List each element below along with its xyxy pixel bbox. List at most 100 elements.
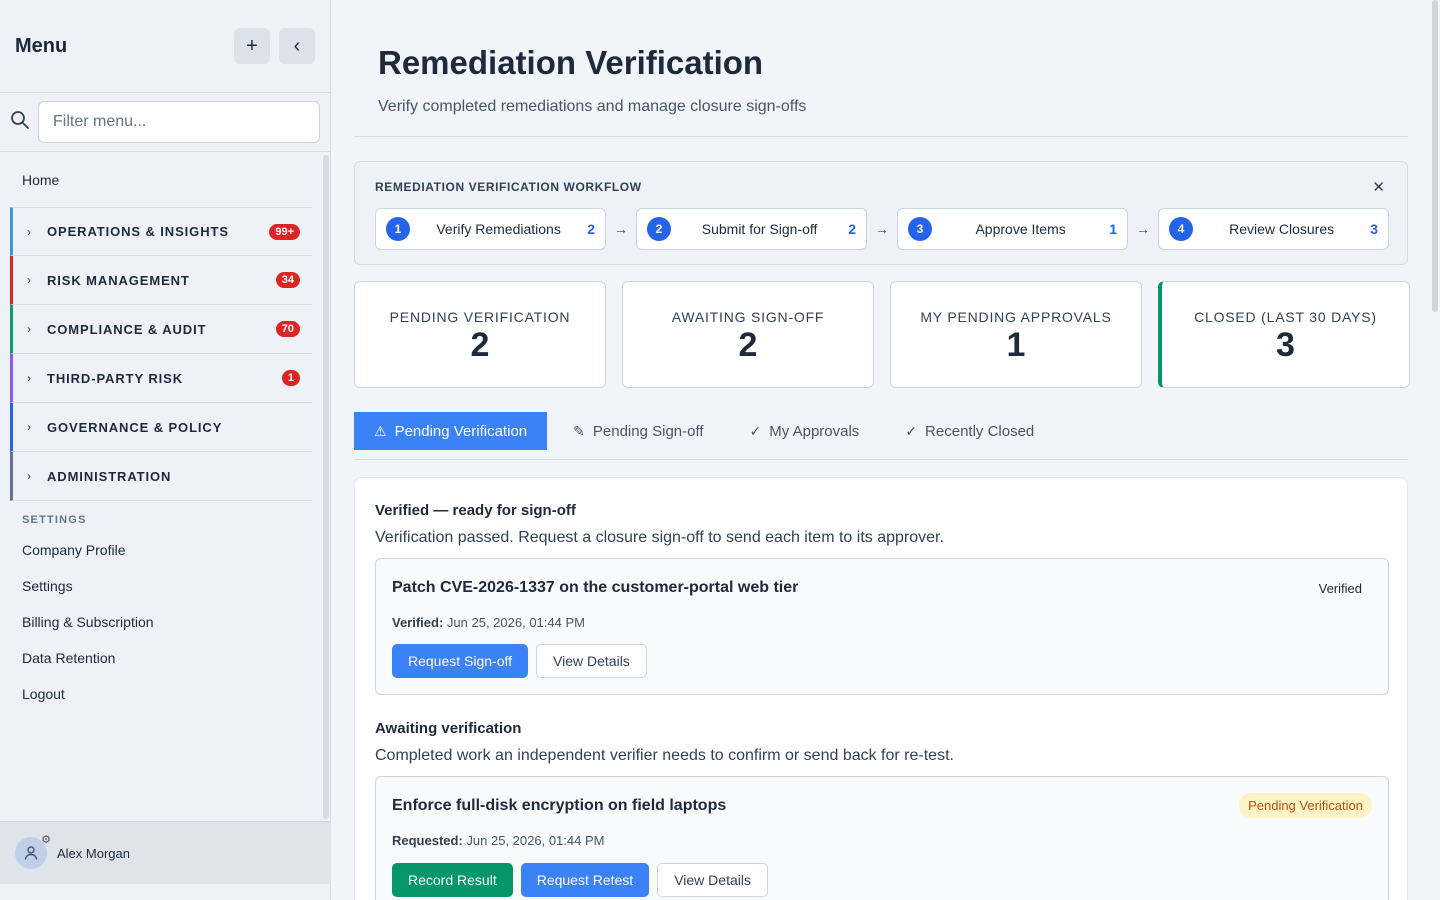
gear-icon: ⚙ (41, 834, 51, 846)
step-label: Review Closures (1229, 221, 1335, 237)
workflow-step[interactable]: 1 Verify Remediations 2 (375, 208, 606, 250)
sidebar-item-billing-subscription[interactable]: Billing & Subscription (0, 604, 331, 640)
sidebar-group-label: ADMINISTRATION (47, 468, 172, 484)
tab-pending-verification[interactable]: ⚠ Pending Verification (354, 412, 548, 450)
step-number: 1 (386, 217, 410, 241)
add-button[interactable]: + (234, 28, 270, 64)
sidebar-group-third-party-risk[interactable]: › THIRD-PARTY RISK 1 (10, 354, 312, 403)
meta-value: Jun 25, 2026, 01:44 PM (446, 615, 585, 630)
workflow-panel: REMEDIATION VERIFICATION WORKFLOW ✕ 1 Ver… (354, 161, 1408, 265)
check-icon: ✓ (905, 422, 918, 439)
sidebar-group-administration[interactable]: › ADMINISTRATION (10, 452, 312, 501)
step-count: 2 (848, 221, 856, 237)
tab-label: Recently Closed (925, 422, 1035, 440)
sidebar-group-governance-policy[interactable]: › GOVERNANCE & POLICY (10, 403, 312, 452)
workflow-step[interactable]: 2 Submit for Sign-off 2 (636, 208, 867, 250)
user-profile[interactable]: ⚙ Alex Morgan (0, 821, 331, 884)
main-scrollbar[interactable] (1430, 0, 1438, 900)
workflow-step[interactable]: 4 Review Closures 3 (1158, 208, 1389, 250)
step-count: 1 (1109, 221, 1117, 237)
card-meta: Verified: Jun 25, 2026, 01:44 PM (392, 615, 585, 630)
card-title: Enforce full-disk encryption on field la… (392, 797, 727, 814)
section-heading-verified: Verified — ready for sign-off (375, 502, 576, 519)
step-count: 2 (587, 221, 595, 237)
step-label: Submit for Sign-off (701, 221, 818, 237)
sidebar: Menu + ‹ Home › OPERATIONS & INSIGHTS 99+ ›… (0, 0, 331, 900)
record-result-button[interactable]: Record Result (392, 863, 513, 897)
chevron-right-icon: › (27, 371, 31, 385)
step-count: 3 (1370, 221, 1378, 237)
card-meta: Requested: Jun 25, 2026, 01:44 PM (392, 833, 604, 848)
tab-my-approvals[interactable]: ✓ My Approvals (730, 412, 880, 450)
view-details-button[interactable]: View Details (657, 863, 768, 897)
step-number: 3 (908, 217, 932, 241)
step-number: 2 (647, 217, 671, 241)
filter-menu-input[interactable] (38, 101, 320, 143)
stat-label: AWAITING SIGN-OFF (671, 309, 825, 325)
arrow-right-icon: → (1136, 221, 1150, 237)
sidebar-group-label: COMPLIANCE & AUDIT (47, 321, 207, 337)
meta-label: Verified: (392, 615, 444, 630)
arrow-right-icon: → (614, 221, 628, 237)
stat-label: PENDING VERIFICATION (389, 309, 571, 325)
sidebar-group-operations-insights[interactable]: › OPERATIONS & INSIGHTS 99+ (10, 207, 312, 256)
pencil-icon: ✎ (573, 422, 585, 439)
sidebar-nav: Home › OPERATIONS & INSIGHTS 99+ › RISK MANA… (0, 153, 331, 821)
collapse-sidebar-button[interactable]: ‹ (279, 28, 315, 64)
stat-card[interactable]: CLOSED (LAST 30 DAYS) 3 (1158, 281, 1410, 388)
remediation-card: Patch CVE-2026-1337 on the customer-port… (375, 558, 1389, 695)
stat-card[interactable]: PENDING VERIFICATION 2 (354, 281, 606, 388)
workflow-step[interactable]: 3 Approve Items 1 (897, 208, 1128, 250)
card-actions: Request Sign-off View Details (392, 644, 647, 678)
tab-recently-closed[interactable]: ✓ Recently Closed (885, 412, 1054, 450)
count-badge: 1 (281, 370, 300, 386)
step-label: Approve Items (975, 221, 1066, 237)
sidebar-search (0, 93, 330, 152)
sidebar-group-compliance-audit[interactable]: › COMPLIANCE & AUDIT 70 (10, 305, 312, 354)
sidebar-item-company-profile[interactable]: Company Profile (0, 532, 331, 568)
stat-label: CLOSED (LAST 30 DAYS) (1194, 309, 1377, 325)
stat-value: 3 (1276, 326, 1295, 364)
sidebar-item-settings[interactable]: Settings (0, 568, 331, 604)
close-icon[interactable]: ✕ (1372, 178, 1385, 196)
count-badge: 70 (275, 321, 300, 337)
arrow-right-icon: → (875, 221, 889, 237)
user-icon (24, 846, 38, 860)
chevron-right-icon: › (27, 273, 31, 287)
tab-label: Pending Verification (394, 422, 528, 440)
section-description-awaiting: Completed work an independent verifier n… (375, 747, 954, 764)
tab-label: Pending Sign-off (592, 422, 704, 440)
section-description-verified: Verification passed. Request a closure s… (375, 529, 944, 546)
card-actions: Record Result Request Retest View Detail… (392, 863, 768, 897)
stat-value: 1 (1006, 326, 1026, 364)
stat-card[interactable]: AWAITING SIGN-OFF 2 (622, 281, 874, 388)
sidebar-group-label: THIRD-PARTY RISK (47, 370, 183, 386)
tab-bar: ⚠ Pending Verification ✎ Pending Sign-off ✓ M… (354, 412, 1408, 460)
chevron-right-icon: › (27, 469, 31, 483)
settings-heading: SETTINGS (22, 514, 87, 526)
avatar: ⚙ (15, 834, 51, 869)
step-label: Verify Remediations (436, 221, 561, 237)
page-title: Remediation Verification (378, 44, 764, 81)
stat-label: MY PENDING APPROVALS (920, 309, 1112, 325)
sidebar-item-data-retention[interactable]: Data Retention (0, 640, 331, 676)
stat-card[interactable]: MY PENDING APPROVALS 1 (890, 281, 1142, 388)
sidebar-scrollbar[interactable] (323, 155, 329, 819)
section-heading-awaiting: Awaiting verification (375, 720, 522, 737)
sidebar-group-label: OPERATIONS & INSIGHTS (47, 224, 229, 239)
content-panel: Verified — ready for sign-off Verificati… (354, 477, 1408, 900)
count-badge: 99+ (269, 223, 300, 240)
count-badge: 34 (275, 272, 300, 288)
sidebar-title: Menu (15, 34, 68, 57)
request-signoff-button[interactable]: Request Sign-off (392, 644, 529, 678)
sidebar-item-logout[interactable]: Logout (0, 676, 331, 712)
scrollbar-thumb[interactable] (1432, 0, 1438, 312)
stats-row: PENDING VERIFICATION 2 AWAITING SIGN-OFF 2 M… (354, 281, 1410, 388)
tab-pending-sign-off[interactable]: ✎ Pending Sign-off (553, 412, 723, 450)
stat-value: 2 (738, 326, 758, 364)
sidebar-header: Menu + ‹ (0, 0, 330, 93)
sidebar-item-home[interactable]: Home (0, 153, 331, 207)
sidebar-group-risk-management[interactable]: › RISK MANAGEMENT 34 (10, 256, 312, 305)
view-details-button[interactable]: View Details (536, 644, 647, 678)
request-retest-button[interactable]: Request Retest (520, 863, 650, 897)
